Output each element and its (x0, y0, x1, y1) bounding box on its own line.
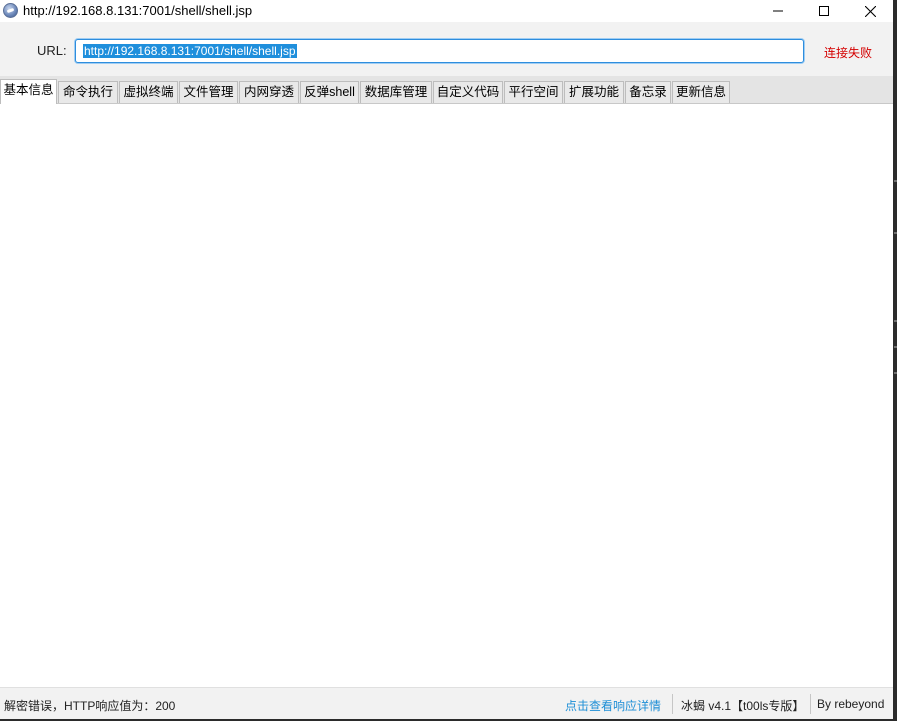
close-icon (864, 5, 876, 17)
url-bar: URL: http://192.168.8.131:7001/shell/she… (0, 22, 893, 76)
maximize-icon (819, 6, 829, 16)
version-label: 冰蝎 v4.1【t00ls专版】 (681, 699, 805, 713)
url-input-value: http://192.168.8.131:7001/shell/shell.js… (83, 44, 297, 58)
url-input[interactable]: http://192.168.8.131:7001/shell/shell.js… (75, 39, 804, 63)
tab-custom-code[interactable]: 自定义代码 (433, 81, 503, 103)
tab-parallel-space[interactable]: 平行空间 (504, 81, 563, 103)
tab-strip: 基本信息 命令执行 虚拟终端 文件管理 内网穿透 反弹shell 数据库管理 自… (0, 76, 893, 104)
tab-command-exec[interactable]: 命令执行 (58, 81, 118, 103)
response-details-link[interactable]: 点击查看响应详情 (565, 697, 661, 714)
window-edge (893, 0, 897, 721)
maximize-button[interactable] (801, 0, 847, 22)
url-label: URL: (37, 43, 67, 58)
status-bar: 解密错误，HTTP响应值为：200 点击查看响应详情 冰蝎 v4.1【t00ls… (0, 687, 893, 719)
minimize-icon (773, 10, 783, 12)
title-bar: http://192.168.8.131:7001/shell/shell.js… (0, 0, 893, 22)
minimize-button[interactable] (755, 0, 801, 22)
tab-intranet-tunnel[interactable]: 内网穿透 (239, 81, 299, 103)
tab-file-manager[interactable]: 文件管理 (179, 81, 238, 103)
connection-status: 连接失败 (824, 46, 873, 60)
close-button[interactable] (847, 0, 893, 22)
author-label: By rebeyond (817, 697, 885, 711)
status-separator (672, 694, 673, 714)
app-icon (3, 3, 18, 18)
tab-update-info[interactable]: 更新信息 (672, 81, 730, 103)
tab-memo[interactable]: 备忘录 (625, 81, 671, 103)
tab-virtual-terminal[interactable]: 虚拟终端 (119, 81, 178, 103)
tab-basic-info[interactable]: 基本信息 (0, 79, 57, 104)
status-message: 解密错误，HTTP响应值为：200 (4, 699, 176, 713)
tab-extensions[interactable]: 扩展功能 (564, 81, 624, 103)
tab-content-panel (0, 104, 893, 687)
status-separator (810, 694, 811, 714)
tab-reverse-shell[interactable]: 反弹shell (300, 81, 359, 103)
window-title: http://192.168.8.131:7001/shell/shell.js… (23, 3, 253, 18)
tab-database-manager[interactable]: 数据库管理 (360, 81, 432, 103)
